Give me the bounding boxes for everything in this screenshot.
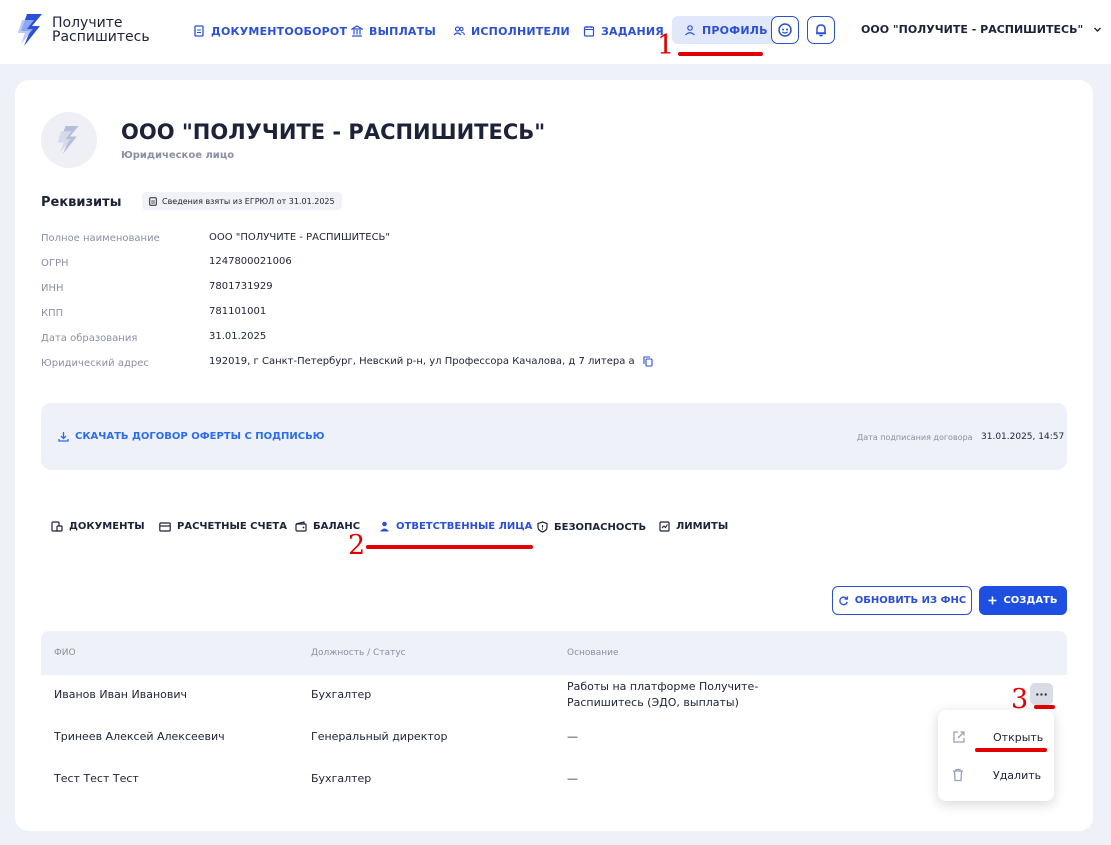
row-context-menu: Открыть Удалить — [938, 710, 1054, 801]
row-position: Бухгалтер — [311, 688, 372, 701]
nav-executors[interactable]: ИСПОЛНИТЕЛИ — [453, 17, 570, 45]
documents-icon — [51, 521, 63, 532]
annotation-underline-2 — [366, 545, 533, 549]
bell-icon — [816, 24, 826, 37]
top-header: Получите Распишитесь ДОКУМЕНТООБОРОТ ВЫП… — [0, 0, 1111, 64]
company-avatar — [41, 112, 97, 168]
field-value-full-name: ООО "ПОЛУЧИТЕ - РАСПИШИТЕСЬ" — [209, 232, 391, 243]
annotation-underline-open — [975, 748, 1047, 752]
row-fio: Тест Тест Тест — [54, 772, 139, 785]
wallet-icon — [295, 521, 307, 532]
menu-item-delete[interactable]: Удалить — [938, 760, 1054, 790]
row-basis: Работы на платформе Получите- Распишитес… — [567, 680, 759, 709]
nav-profile[interactable]: ПРОФИЛЬ — [672, 16, 780, 44]
annotation-number-3: 3 — [1011, 684, 1029, 715]
field-value-inn: 7801731929 — [209, 281, 273, 292]
egrul-badge: Сведения взяты из ЕГРЮЛ от 31.01.2025 — [142, 192, 342, 210]
person-icon — [380, 521, 389, 532]
refresh-icon — [839, 596, 848, 606]
responsible-table-header: ФИО Должность / Статус Основание — [41, 631, 1067, 675]
organization-selector[interactable]: ООО "ПОЛУЧИТЕ - РАСПИШИТЕСЬ" — [861, 23, 1102, 36]
tab-limits[interactable]: ЛИМИТЫ — [659, 521, 728, 532]
tab-documents[interactable]: ДОКУМЕНТЫ — [51, 521, 145, 532]
annotation-number-2: 2 — [348, 530, 366, 561]
download-offer-link[interactable]: СКАЧАТЬ ДОГОВОР ОФЕРТЫ С ПОДПИСЬЮ — [58, 431, 325, 442]
column-header-basis: Основание — [567, 648, 619, 658]
field-label-ogrn: ОГРН — [41, 258, 69, 269]
card-icon — [159, 521, 171, 532]
external-link-icon — [953, 731, 965, 743]
tab-security[interactable]: БЕЗОПАСНОСТЬ — [537, 521, 646, 533]
column-header-position: Должность / Статус — [311, 648, 406, 658]
download-icon — [58, 432, 69, 442]
field-value-kpp: 781101001 — [209, 306, 267, 317]
row-position: Генеральный директор — [311, 730, 448, 743]
bank-icon — [351, 25, 363, 37]
nav-tasks[interactable]: ЗАДАНИЯ — [583, 17, 664, 45]
field-value-founded: 31.01.2025 — [209, 331, 267, 342]
field-label-inn: ИНН — [41, 283, 64, 294]
offer-contract-box: СКАЧАТЬ ДОГОВОР ОФЕРТЫ С ПОДПИСЬЮ Дата п… — [41, 403, 1067, 470]
profile-card: ООО "ПОЛУЧИТЕ - РАСПИШИТЕСЬ" Юридическое… — [15, 80, 1093, 831]
notifications-button[interactable] — [807, 16, 835, 44]
brand-logo[interactable]: Получите Распишитесь — [18, 14, 150, 46]
row-more-button[interactable]: ··· — [1030, 683, 1053, 705]
create-button[interactable]: СОЗДАТЬ — [979, 586, 1067, 615]
support-chat-icon — [778, 23, 792, 37]
field-value-address: 192019, г Санкт-Петербург, Невский р-н, … — [209, 356, 653, 367]
plus-icon — [988, 596, 997, 605]
field-label-full-name: Полное наименование — [41, 233, 160, 244]
support-button[interactable] — [771, 16, 799, 44]
tab-accounts[interactable]: РАСЧЕТНЫЕ СЧЕТА — [159, 521, 287, 532]
field-label-founded: Дата образования — [41, 333, 138, 344]
limits-icon — [659, 521, 670, 532]
field-value-ogrn: 1247800021006 — [209, 256, 292, 267]
company-logo-icon — [57, 126, 79, 154]
refresh-from-fns-button[interactable]: ОБНОВИТЬ ИЗ ФНС — [832, 586, 972, 615]
row-position: Бухгалтер — [311, 772, 372, 785]
trash-icon — [953, 768, 963, 782]
column-header-fio: ФИО — [54, 648, 76, 658]
calendar-icon — [583, 26, 595, 37]
offer-date-label: Дата подписания договора — [857, 433, 973, 442]
users-icon — [453, 26, 465, 36]
row-fio: Тринеев Алексей Алексеевич — [54, 730, 225, 743]
company-name: ООО "ПОЛУЧИТЕ - РАСПИШИТЕСЬ" — [121, 120, 546, 144]
offer-date-value: 31.01.2025, 14:57 — [981, 432, 1065, 442]
row-basis: — — [567, 730, 578, 743]
copy-icon[interactable] — [643, 356, 653, 367]
field-label-kpp: КПП — [41, 308, 64, 319]
nav-documents[interactable]: ДОКУМЕНТООБОРОТ — [193, 17, 347, 45]
logo-bolt-icon — [18, 14, 42, 46]
annotation-number-1: 1 — [657, 30, 675, 61]
user-icon — [685, 25, 695, 36]
annotation-underline-1 — [678, 52, 763, 56]
annotation-underline-3 — [1034, 705, 1055, 709]
brand-name: Получите Распишитесь — [52, 15, 150, 45]
document-icon — [149, 196, 157, 206]
document-icon — [194, 25, 204, 37]
tab-responsible-persons[interactable]: ОТВЕТСТВЕННЫЕ ЛИЦА — [379, 521, 532, 532]
row-basis: — — [567, 772, 578, 785]
requisites-title: Реквизиты — [41, 195, 122, 210]
chevron-down-icon — [1094, 27, 1102, 32]
nav-payments[interactable]: ВЫПЛАТЫ — [351, 17, 436, 45]
row-fio: Иванов Иван Иванович — [54, 688, 187, 701]
shield-icon — [537, 521, 548, 533]
field-label-address: Юридический адрес — [41, 358, 149, 369]
company-type: Юридическое лицо — [121, 150, 235, 161]
